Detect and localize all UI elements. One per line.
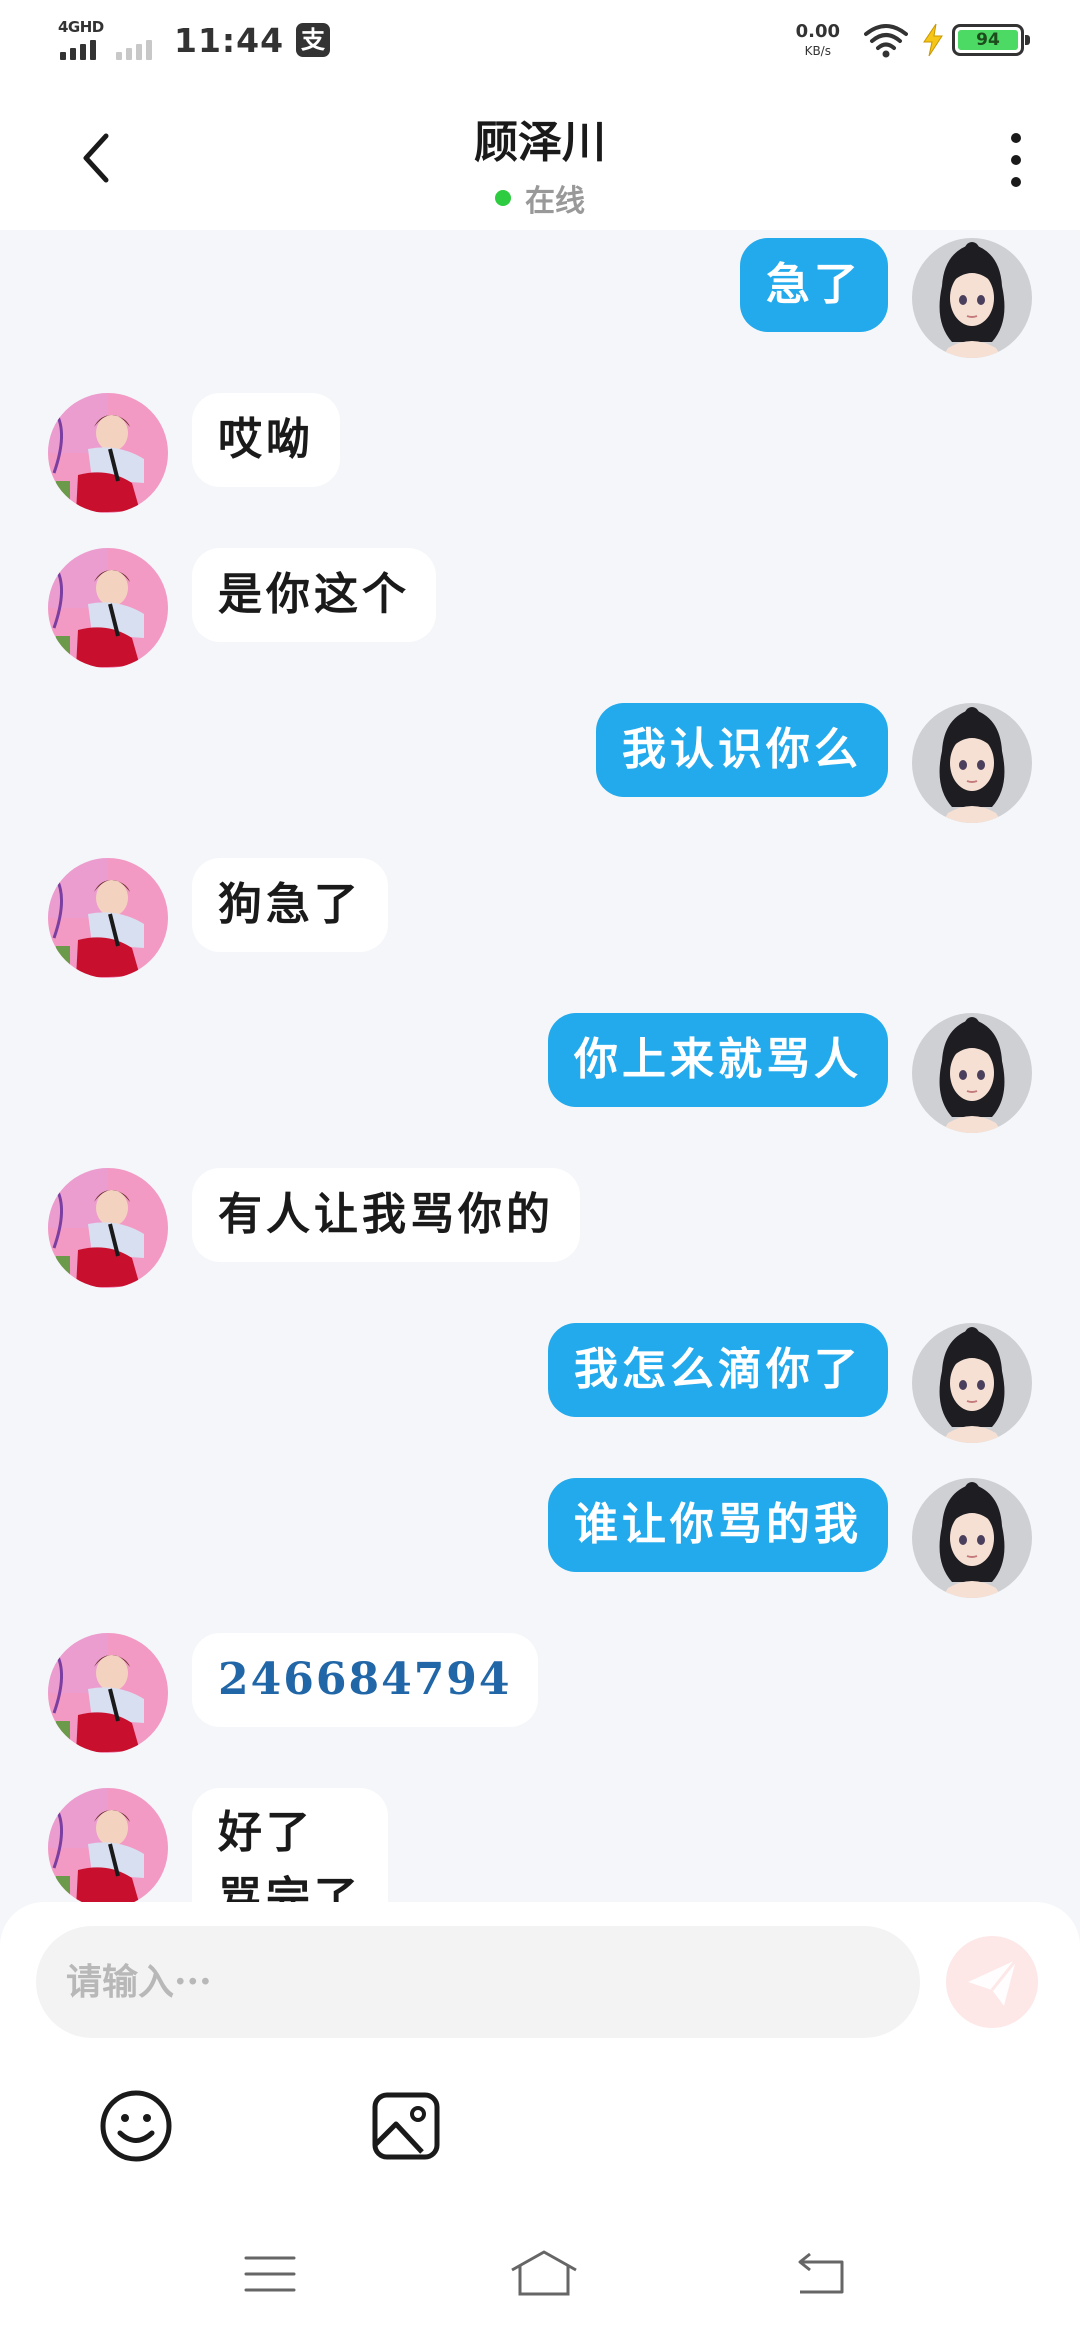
- send-button[interactable]: [946, 1936, 1038, 2028]
- chat-header: 顾泽川 在线: [0, 84, 1080, 230]
- message-bubble-sent[interactable]: 你上来就骂人: [548, 1013, 888, 1107]
- pay-icon: 支: [296, 23, 331, 57]
- clock: 11:44: [174, 20, 285, 60]
- online-status-text: 在线: [525, 184, 585, 219]
- contact-avatar[interactable]: [48, 1168, 168, 1288]
- online-dot-icon: [495, 190, 511, 206]
- message-bubble-number-link[interactable]: 246684794: [192, 1633, 538, 1727]
- my-avatar[interactable]: [912, 1013, 1032, 1133]
- contact-avatar[interactable]: [48, 393, 168, 513]
- signal-icon: 4GHD: [58, 18, 106, 62]
- online-status: 在线: [495, 176, 585, 220]
- input-panel: [0, 1902, 1080, 2340]
- wifi-icon: [864, 24, 908, 58]
- message-bubble-sent[interactable]: 我怎么滴你了: [548, 1323, 888, 1417]
- signal-icon-secondary: [116, 18, 162, 62]
- back-arrow-icon[interactable]: [60, 122, 132, 194]
- net-speed-unit: KB/s: [804, 44, 831, 58]
- system-navbar: [0, 2224, 1080, 2340]
- send-icon: [968, 1959, 1018, 2006]
- contact-name: 顾泽川: [474, 117, 606, 168]
- message-bubble-received[interactable]: 哎呦: [192, 393, 340, 487]
- net-speed: 0.00 KB/s: [795, 21, 840, 58]
- my-avatar[interactable]: [912, 703, 1032, 823]
- my-avatar[interactable]: [912, 1323, 1032, 1443]
- message-bubble-sent[interactable]: 谁让你骂的我: [548, 1478, 888, 1572]
- my-avatar[interactable]: [912, 238, 1032, 358]
- message-bubble-received[interactable]: 狗急了: [192, 858, 388, 952]
- message-bubble-sent[interactable]: 急了: [740, 238, 888, 332]
- charging-icon: [923, 23, 943, 57]
- my-avatar[interactable]: [912, 1478, 1032, 1598]
- net-speed-value: 0.00: [795, 21, 840, 42]
- emoji-icon[interactable]: [96, 2086, 176, 2166]
- contact-avatar[interactable]: [48, 548, 168, 668]
- status-bar: 4GHD 11:44 支 0.00 KB/s 94: [0, 0, 1080, 84]
- message-bubble-sent[interactable]: 我认识你么: [596, 703, 888, 797]
- image-icon[interactable]: [366, 2086, 446, 2166]
- battery-icon: 94: [952, 24, 1030, 56]
- message-bubble-received[interactable]: 是你这个: [192, 548, 436, 642]
- message-bubble-received[interactable]: 有人让我骂你的: [192, 1168, 580, 1262]
- contact-avatar[interactable]: [48, 858, 168, 978]
- more-vert-icon[interactable]: [992, 124, 1040, 196]
- message-input[interactable]: [36, 1926, 920, 2038]
- menu-icon[interactable]: [240, 2244, 300, 2304]
- contact-avatar[interactable]: [48, 1788, 168, 1902]
- message-bubble-received[interactable]: 好了 骂完了: [192, 1788, 388, 1902]
- contact-info: 顾泽川 在线: [240, 106, 840, 220]
- message-list[interactable]: 急了 哎呦 是你这个 我认识你么 狗急了 你上来就骂人 有人让我骂你的 我怎么滴…: [0, 230, 1080, 1902]
- network-type: 4GHD: [58, 18, 104, 36]
- contact-avatar[interactable]: [48, 1633, 168, 1753]
- battery-level: 94: [958, 30, 1018, 50]
- back-icon[interactable]: [792, 2244, 852, 2304]
- home-icon[interactable]: [508, 2244, 580, 2304]
